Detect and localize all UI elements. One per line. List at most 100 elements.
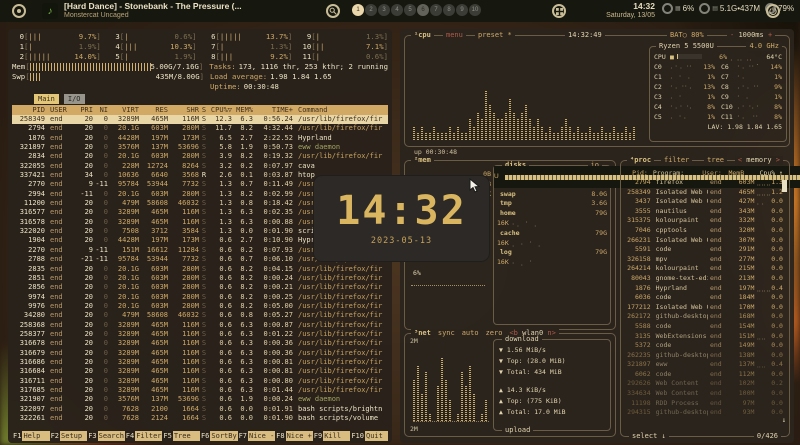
apps-button[interactable] — [552, 4, 566, 18]
proc-row[interactable]: 6036 code end 184M 0.0 — [621, 293, 789, 303]
proc-row[interactable]: 264214 kolourpaint end 215M 0.0 — [621, 264, 789, 274]
cpu-gauge-value: 6% — [683, 4, 695, 13]
function-key[interactable]: F10Quit — [350, 431, 388, 441]
function-key[interactable]: F7Nice - — [238, 431, 276, 441]
cpu-core-meter: 9[|1.3%] — [299, 32, 388, 42]
proc-row[interactable]: 2794 firefox end 603M ⣀⣀⣀⣀⣀ 1.3 — [621, 178, 789, 188]
interval-minus-button[interactable]: - — [730, 31, 734, 39]
proc-row[interactable]: 294315 github-desktop end 93M 0.0 — [621, 408, 789, 418]
workspace-button[interactable]: 4 — [391, 4, 403, 16]
proc-row[interactable]: 5372 code end 149M 0.0 — [621, 341, 789, 351]
function-key[interactable]: F8Nice + — [275, 431, 313, 441]
proc-row[interactable]: 334634 Web Content end 100M 0.0 — [621, 389, 789, 399]
proc-table-header[interactable]: Pid: Program: User: MemB Cpu% ↑ — [621, 168, 789, 178]
process-row[interactable]: 322055 end 20 0 228M 12724 8264 S 3.2 0.… — [12, 162, 388, 171]
htop-tab[interactable]: I/O — [64, 94, 85, 104]
cpu-gauge[interactable]: ▦ 6% — [662, 3, 694, 14]
cpu-box-title[interactable]: ¹cpu — [411, 31, 434, 40]
proc-scroll-arrow[interactable]: ↓ — [782, 416, 786, 424]
now-playing[interactable]: [Hard Dance] - Stonebank - The Pressure … — [64, 2, 242, 20]
workspace-button[interactable]: 9 — [456, 4, 468, 16]
power-button[interactable] — [766, 4, 780, 18]
function-key[interactable]: F4Filter — [125, 431, 163, 441]
process-row[interactable]: 2794 end 20 0 20.1G 603M 280M S 11.7 8.2… — [12, 124, 388, 133]
proc-tree-toggle[interactable]: tree — [704, 156, 727, 165]
process-row[interactable]: 2851 end 20 0 20.1G 603M 280M S 0.6 8.2 … — [12, 274, 388, 283]
proc-sort-selector[interactable]: < memory > — [735, 156, 783, 165]
proc-row[interactable]: 258349 Isolated Web C end 465M ⣀⣀⣀⣀ 1.2 — [621, 188, 789, 198]
proc-row[interactable]: 292626 Web Content end 102M 0.2 — [621, 379, 789, 389]
proc-row[interactable]: 1876 Hyprland end 197M ⣀⣀⣀ 0.4 — [621, 284, 789, 294]
proc-row[interactable]: 5591 code end 291M 0.0 — [621, 245, 789, 255]
workspace-button[interactable]: 2 — [365, 4, 377, 16]
workspace-button[interactable]: 1 — [352, 4, 364, 16]
album-art[interactable]: ♪ — [42, 3, 58, 19]
mem-box-title[interactable]: ²mem — [411, 156, 434, 165]
proc-row[interactable]: 80043 gnome-text-edi end 213M 0.0 — [621, 274, 789, 284]
process-row[interactable]: 317685 end 20 0 3289M 465M 116M S 0.6 6.… — [12, 386, 388, 395]
launcher-icon[interactable] — [12, 4, 26, 18]
process-row[interactable]: 316711 end 20 0 3289M 465M 116M S 0.6 6.… — [12, 377, 388, 386]
process-row[interactable]: 316684 end 20 0 3289M 465M 116M S 0.6 6.… — [12, 367, 388, 376]
proc-box-title[interactable]: ⁴proc — [627, 156, 654, 165]
process-row[interactable]: 321897 end 20 0 3576M 137M 53696 S 5.8 1… — [12, 143, 388, 152]
process-row[interactable]: 9976 end 20 0 20.1G 603M 280M S 0.6 8.2 … — [12, 302, 388, 311]
process-row[interactable]: 322097 end 20 0 7628 2100 1664 S 0.6 0.0… — [12, 405, 388, 414]
process-row[interactable]: 316678 end 20 0 3289M 465M 116M S 0.6 6.… — [12, 339, 388, 348]
htop-tab[interactable]: Main — [34, 94, 59, 104]
process-row[interactable]: 2856 end 20 0 20.1G 603M 280M S 0.6 8.2 … — [12, 283, 388, 292]
process-row[interactable]: 316686 end 20 0 3289M 465M 116M S 0.6 6.… — [12, 358, 388, 367]
memory-gauge[interactable]: ▤ 5.1G•437M — [699, 3, 760, 14]
proc-filter-button[interactable]: filter — [661, 156, 692, 165]
process-row[interactable]: 322261 end 20 0 7628 2124 1664 S 0.6 0.0… — [12, 414, 388, 423]
proc-row[interactable]: 3555 nautilus end 343M 0.0 — [621, 207, 789, 217]
workspace-button[interactable]: 10 — [469, 4, 481, 16]
net-sync-toggle[interactable]: sync — [438, 329, 455, 338]
process-row[interactable]: 321907 end 20 0 3576M 137M 53696 S 0.6 1… — [12, 395, 388, 404]
workspace-button[interactable]: 6 — [417, 4, 429, 16]
search-button[interactable] — [326, 4, 340, 18]
proc-row[interactable]: 3135 WebExtensions end 151M ⣀⣀ 0.0 — [621, 332, 789, 342]
process-row[interactable]: 258349 end 20 0 3289M 465M 116M S 12.3 6… — [12, 115, 388, 124]
proc-row[interactable]: 11198 RDD Process end 97M 0.0 — [621, 399, 789, 409]
menu-button[interactable]: menu — [443, 31, 466, 40]
process-row[interactable]: 34280 end 20 0 479M 58608 46032 S 0.6 0.… — [12, 311, 388, 320]
workspace-button[interactable]: 5 — [404, 4, 416, 16]
proc-row[interactable]: 5588 code end 154M 0.0 — [621, 322, 789, 332]
function-key[interactable]: F6SortBy — [200, 431, 238, 441]
net-zero-toggle[interactable]: zero — [486, 329, 503, 338]
proc-row[interactable]: 177212 Isolated Web C end 170M 0.0 — [621, 303, 789, 313]
process-row[interactable]: 2835 end 20 0 20.1G 603M 280M S 0.6 8.2 … — [12, 265, 388, 274]
net-auto-toggle[interactable]: auto — [462, 329, 479, 338]
proc-row[interactable]: 6062 code end 112M 0.0 — [621, 370, 789, 380]
proc-row[interactable]: 3437 Isolated Web C end 427M ⡀⡀ 0.0 — [621, 197, 789, 207]
process-row[interactable]: 316679 end 20 0 3289M 465M 116M S 0.6 6.… — [12, 349, 388, 358]
proc-footer-select[interactable]: select ↓ — [629, 432, 669, 441]
interval-plus-button[interactable]: + — [768, 31, 772, 39]
bar-clock[interactable]: 14:32 Saturday, 13/05 — [575, 2, 655, 20]
proc-row[interactable]: 7046 cpptools end 320M 0.0 — [621, 226, 789, 236]
process-row[interactable]: 2834 end 20 0 20.1G 603M 280M S 3.9 8.2 … — [12, 152, 388, 161]
process-row[interactable]: 1876 end 20 0 4428M 197M 173M S 6.5 2.7 … — [12, 134, 388, 143]
workspace-button[interactable]: 3 — [378, 4, 390, 16]
process-table-header[interactable]: PID USER PRI NI VIRT RES SHR S CPU%▽ MEM… — [12, 105, 388, 115]
function-key[interactable]: F3Search — [87, 431, 125, 441]
proc-row[interactable]: 326158 mpv end 277M 0.0 — [621, 255, 789, 265]
proc-row[interactable]: 321897 eww end 137M ⣀⣀ 0.4 — [621, 360, 789, 370]
process-row[interactable]: 9974 end 20 0 20.1G 603M 280M S 0.6 8.2 … — [12, 293, 388, 302]
function-key[interactable]: F5Tree — [162, 431, 200, 441]
workspace-button[interactable]: 8 — [443, 4, 455, 16]
workspace-button[interactable]: 7 — [430, 4, 442, 16]
clock-widget[interactable]: 14:32 2023-05-13 — [313, 175, 490, 262]
proc-row[interactable]: 266231 Isolated Web C end 307M 0.0 — [621, 236, 789, 246]
preset-button[interactable]: preset * — [475, 31, 515, 40]
process-row[interactable]: 258368 end 20 0 3289M 465M 116M S 0.6 6.… — [12, 321, 388, 330]
proc-row[interactable]: 262235 github-desktop end 138M 0.0 — [621, 351, 789, 361]
proc-row[interactable]: 262172 github-desktop end 168M 0.0 — [621, 312, 789, 322]
proc-scrollbar[interactable] — [782, 180, 787, 192]
function-key[interactable]: F1Help — [12, 431, 50, 441]
process-row[interactable]: 258377 end 20 0 3289M 465M 116M S 0.6 6.… — [12, 330, 388, 339]
proc-row[interactable]: 315375 kolourpaint end 332M 0.0 — [621, 216, 789, 226]
function-key[interactable]: F9Kill — [313, 431, 351, 441]
function-key[interactable]: F2Setup — [50, 431, 88, 441]
